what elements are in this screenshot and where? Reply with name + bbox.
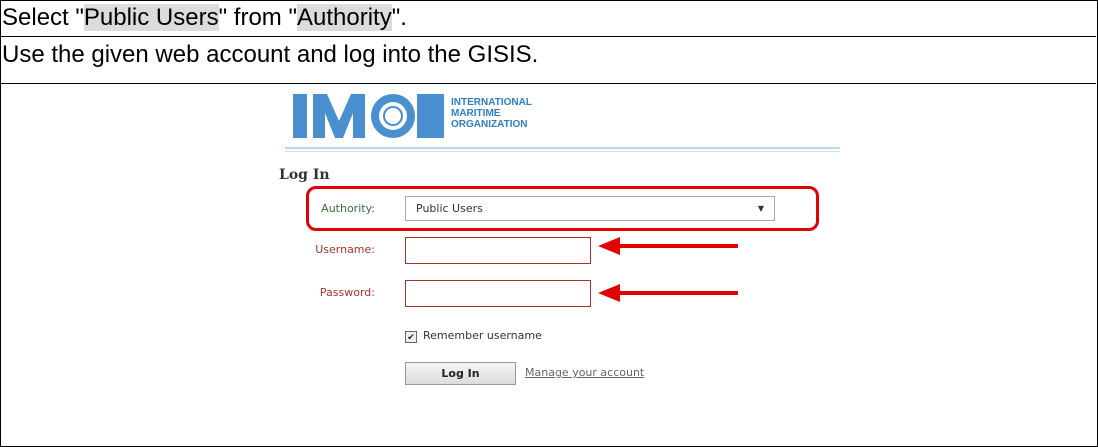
instruction-line-2: Use the given web account and log into t…: [0, 37, 1096, 84]
manage-account-link[interactable]: Manage your account: [525, 366, 644, 379]
instruction-line-1: Select "Public Users" from "Authority".: [0, 0, 1096, 37]
remember-username-checkbox[interactable]: ✔: [405, 331, 417, 343]
username-label: Username:: [315, 243, 375, 256]
org-line-1: INTERNATIONAL: [451, 97, 532, 108]
password-arrow-icon: [598, 284, 738, 302]
imo-banner: INTERNATIONAL MARITIME ORGANIZATION: [285, 85, 840, 149]
instr-highlight-authority: Authority: [296, 4, 392, 31]
username-input[interactable]: [405, 237, 591, 264]
imo-logo-icon: [289, 91, 444, 141]
org-line-3: ORGANIZATION: [451, 119, 528, 130]
instr-suffix: ".: [391, 4, 407, 31]
instr-highlight-public-users: Public Users: [83, 4, 219, 31]
org-name: INTERNATIONAL MARITIME ORGANIZATION: [451, 97, 532, 130]
org-line-2: MARITIME: [451, 108, 501, 119]
banner-divider: [285, 151, 840, 152]
password-label: Password:: [319, 286, 375, 299]
remember-username-label: Remember username: [423, 329, 542, 342]
login-button[interactable]: Log In: [405, 362, 516, 385]
username-arrow-icon: [598, 237, 738, 255]
login-title: Log In: [279, 167, 330, 183]
instr-prefix: Select ": [2, 4, 84, 31]
login-screenshot: INTERNATIONAL MARITIME ORGANIZATION Log …: [275, 85, 840, 405]
password-input[interactable]: [405, 280, 591, 307]
instr-middle: " from ": [218, 4, 297, 31]
authority-highlight-box: [306, 186, 819, 231]
